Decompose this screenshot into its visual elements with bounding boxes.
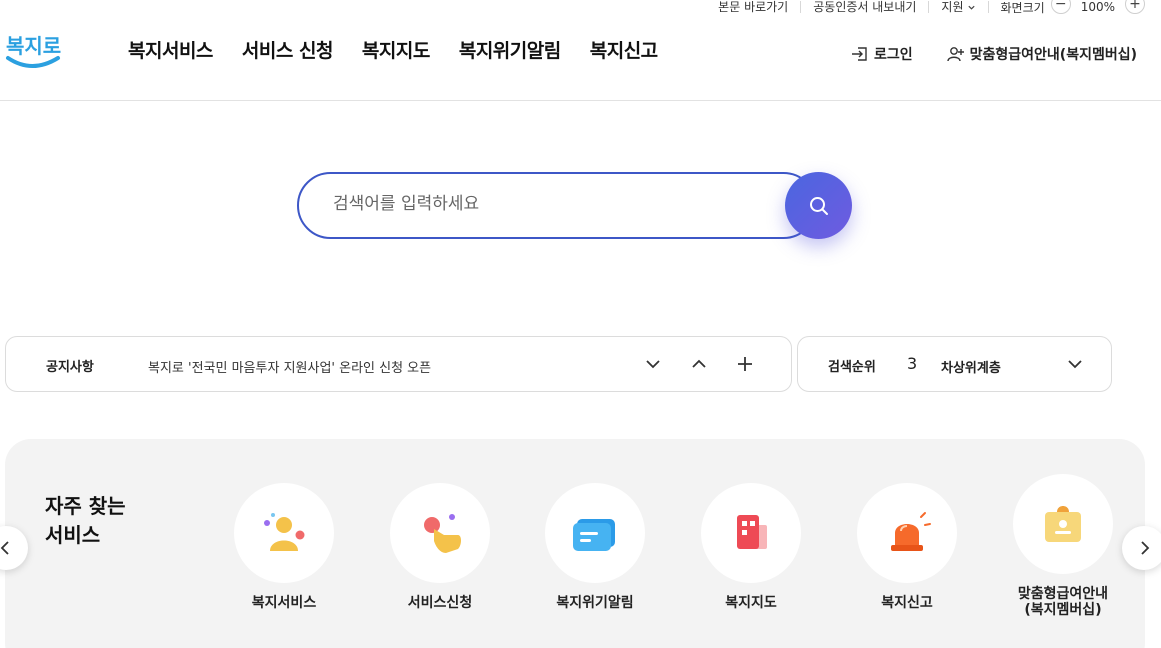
rank-expand-button[interactable] [1065,353,1085,375]
search-rank-bar: 검색순위 3 차상위계층 [797,336,1112,392]
service-welfare[interactable]: 복지서비스 [224,483,344,611]
siren-icon [891,512,931,551]
chevron-down-icon [646,360,660,369]
service-label: 서비스신청 [407,595,473,611]
logo-mark-icon: 복지로 [6,34,61,68]
service-icon-circle [545,483,645,583]
cert-export-link[interactable]: 공동인증서 내보내기 [801,1,930,13]
search-input[interactable] [333,194,773,214]
utility-bar: 본문 바로가기 공동인증서 내보내기 지원 화면크기 − 100% + [706,0,1145,15]
service-icon-circle [701,483,801,583]
chevron-right-icon [1141,541,1150,555]
chevron-left-icon [0,541,9,555]
person-icon [264,513,305,551]
service-label: 복지지도 [725,595,777,611]
frequent-services-panel: 자주 찾는 서비스 복지서비스 서비스신청 복지위기알림 복지지도 복지신고 맞… [5,439,1145,648]
login-label: 로그인 [874,47,913,63]
search-icon [809,196,828,215]
bokjiro-logo[interactable]: 복지로 [4,28,62,74]
membership-card-icon [1045,506,1081,542]
notice-bar: 공지사항 복지로 '전국민 마음투자 지원사업' 온라인 신청 오픈 [5,336,792,392]
notice-controls [643,353,755,375]
chevron-down-icon [967,5,975,10]
membership-label: 맞춤형급여안내(복지멤버십) [969,47,1137,63]
notice-label: 공지사항 [46,360,94,375]
service-label-line-2: (복지멤버십) [1024,602,1102,618]
rank-keyword[interactable]: 차상위계층 [941,357,1001,376]
notice-text[interactable]: 복지로 '전국민 마음투자 지원사업' 온라인 신청 오픈 [148,357,431,376]
notice-more-button[interactable] [735,353,755,375]
service-membership[interactable]: 맞춤형급여안내 (복지멤버십) [1003,474,1123,618]
service-apply[interactable]: 서비스신청 [380,483,500,611]
rank-label: 검색순위 [828,360,876,375]
notice-next-button[interactable] [643,353,663,375]
search-button[interactable] [785,172,852,239]
membership-link[interactable]: 맞춤형급여안내(복지멤버십) [946,44,1137,64]
service-welfare-map[interactable]: 복지지도 [691,483,811,611]
login-link[interactable]: 로그인 [851,44,913,64]
service-crisis-alert[interactable]: 복지위기알림 [535,483,655,611]
frequent-services-title: 자주 찾는 서비스 [45,492,165,550]
header-actions: 로그인 맞춤형급여안내(복지멤버십) [851,44,1137,64]
zoom-out-button[interactable]: − [1050,0,1071,14]
skip-to-content-link[interactable]: 본문 바로가기 [706,1,802,13]
service-label: 복지위기알림 [556,595,634,611]
header: 복지로 복지서비스 서비스 신청 복지지도 복지위기알림 복지신고 로그인 맞춤… [0,14,1161,101]
zoom-in-button[interactable]: + [1125,0,1145,14]
main-nav: 복지서비스 서비스 신청 복지지도 복지위기알림 복지신고 [128,36,658,63]
zoom-value: 100% [1080,0,1115,14]
chevron-down-icon [1068,360,1082,369]
service-welfare-report[interactable]: 복지신고 [847,483,967,611]
service-icon-circle [1013,474,1113,574]
notice-prev-button[interactable] [689,353,709,375]
chevron-up-icon [692,359,706,368]
service-icon-circle [234,483,334,583]
service-label: 복지서비스 [251,595,317,611]
nav-service-apply[interactable]: 서비스 신청 [242,36,334,63]
title-line-2: 서비스 [45,523,101,547]
support-label: 지원 [941,0,964,14]
search-box [297,172,817,239]
logo-text: 복지로 [6,34,61,58]
title-line-1: 자주 찾는 [45,494,126,518]
nav-welfare-map[interactable]: 복지지도 [362,36,430,63]
message-icon [573,519,615,551]
rank-number: 3 [907,354,918,373]
carousel-next-button[interactable] [1122,526,1161,570]
login-icon [852,47,867,61]
plus-icon [738,357,752,371]
user-add-icon [946,47,964,62]
nav-welfare-service[interactable]: 복지서비스 [128,36,213,63]
hand-tap-icon [424,514,461,553]
map-building-icon [737,515,767,549]
service-label-line-1: 맞춤형급여안내 [1017,586,1109,602]
service-icon-circle [857,483,957,583]
nav-welfare-report[interactable]: 복지신고 [590,36,658,63]
search-area [297,172,852,239]
service-label: 맞춤형급여안내 (복지멤버십) [1003,586,1123,618]
service-icon-circle [390,483,490,583]
support-menu[interactable]: 지원 [929,0,989,14]
service-label: 복지신고 [881,595,933,611]
nav-crisis-alert[interactable]: 복지위기알림 [459,36,561,63]
